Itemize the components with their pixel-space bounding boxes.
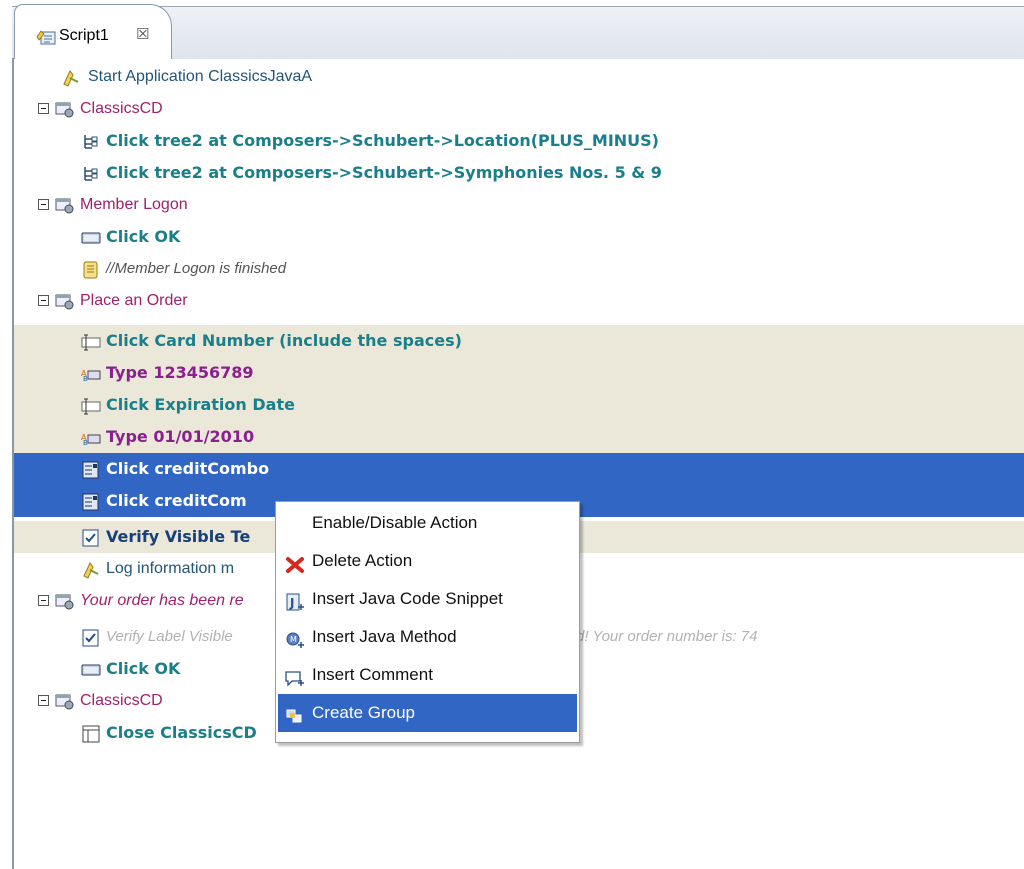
combo-box-icon: [80, 491, 102, 511]
window-group-icon: [54, 195, 76, 215]
menu-item-insert-java-method[interactable]: M Insert Java Method: [278, 618, 577, 656]
tree-row-text: Click creditCom: [106, 491, 247, 510]
tree-row-text: Type 01/01/2010: [106, 427, 255, 446]
tree-row-text: Close ClassicsCD: [106, 723, 257, 742]
button-icon: [80, 227, 102, 247]
menu-item-label: Insert Java Method: [312, 627, 457, 646]
verify-checkbox-icon: [80, 627, 102, 647]
menu-item-label: Enable/Disable Action: [312, 513, 478, 532]
tree-row-text: Click Card Number (include the spaces): [106, 331, 462, 350]
menu-item-insert-java-code-snippet[interactable]: J Insert Java Code Snippet: [278, 580, 577, 618]
menu-item-insert-comment[interactable]: Insert Comment: [278, 656, 577, 694]
tree-row-text: //Member Logon is finished: [106, 260, 287, 277]
tab-label: Script1: [59, 27, 109, 44]
tree-row-text: Place an Order: [80, 292, 188, 309]
svg-text:M: M: [290, 635, 297, 644]
svg-text:B: B: [83, 439, 88, 447]
tree-row-text: Member Logon: [80, 196, 188, 213]
editor-tab-strip: Script1 ☒: [0, 0, 1024, 59]
tree-row-action[interactable]: Click OK: [14, 221, 1024, 253]
tree-row-action[interactable]: Click tree2 at Composers->Schubert->Loca…: [14, 125, 1024, 157]
tree-row-text: Click Expiration Date: [106, 395, 295, 414]
tree-row-action[interactable]: Click Card Number (include the spaces): [14, 325, 1024, 357]
tree-row-group-member-logon[interactable]: Member Logon: [14, 189, 1024, 221]
tree-row-text: Type 123456789: [106, 363, 254, 382]
tree-row-text: Start Application ClassicsJavaA: [88, 68, 313, 85]
menu-item-enable-disable-action[interactable]: Enable/Disable Action: [278, 504, 577, 542]
tree-row-action[interactable]: Click Expiration Date: [14, 389, 1024, 421]
text-field-icon: [80, 331, 102, 351]
tree-row-text: Click OK: [106, 227, 181, 246]
tree-row-action[interactable]: Click tree2 at Composers->Schubert->Symp…: [14, 157, 1024, 189]
tree-row-text: Click tree2 at Composers->Schubert->Symp…: [106, 163, 662, 182]
tree-row-text: Click creditCombo: [106, 459, 270, 478]
tree-row-text: ClassicsCD: [80, 100, 163, 117]
tree-control-icon: [80, 131, 102, 151]
java-method-icon: M: [284, 627, 306, 648]
comment-bubble-icon: [284, 665, 306, 687]
menu-item-label: Delete Action: [312, 551, 413, 570]
window-group-icon: [54, 99, 76, 119]
svg-text:B: B: [83, 375, 88, 383]
menu-item-delete-action[interactable]: Delete Action: [278, 542, 577, 580]
menu-item-label: Insert Comment: [312, 665, 433, 684]
tree-row-text: Click tree2 at Composers->Schubert->Loca…: [106, 131, 659, 150]
window-group-icon: [54, 591, 76, 611]
comment-note-icon: [80, 259, 102, 279]
tree-control-icon: [80, 163, 102, 183]
menu-item-label: Create Group: [312, 703, 415, 722]
text-field-icon: [80, 395, 102, 415]
menu-item-create-group[interactable]: Create Group: [278, 694, 577, 732]
tree-row-text: Log information m: [106, 560, 235, 577]
tree-row-start-application[interactable]: Start Application ClassicsJavaA: [14, 61, 1024, 93]
delete-x-icon: [284, 551, 306, 573]
keyboard-input-icon: AB: [80, 427, 102, 447]
script-file-icon: [35, 27, 59, 47]
start-app-icon: [60, 67, 82, 87]
close-icon[interactable]: ☒: [136, 25, 149, 43]
tab-script1[interactable]: Script1 ☒: [14, 4, 172, 59]
keyboard-input-icon: AB: [80, 363, 102, 383]
tree-row-text: Verify Label Visible: [106, 628, 233, 645]
collapse-icon[interactable]: [38, 295, 49, 306]
tree-row-text: Your order has been re: [80, 592, 244, 609]
group-icon: [284, 703, 306, 723]
tree-row-comment[interactable]: //Member Logon is finished: [14, 253, 1024, 285]
script-editor: Script1 ☒ Start Application ClassicsJava…: [0, 0, 1024, 869]
tree-row-text: Click OK: [106, 659, 181, 678]
tree-row-action-selected[interactable]: Click creditCombo: [14, 453, 1024, 485]
java-snippet-icon: J: [284, 589, 306, 611]
verify-checkbox-icon: [80, 527, 102, 547]
button-icon: [80, 659, 102, 679]
window-group-icon: [54, 291, 76, 311]
tree-row-text: Verify Visible Te: [106, 527, 251, 546]
tree-row-type[interactable]: AB Type 123456789: [14, 357, 1024, 389]
tree-row-group-classicscd[interactable]: ClassicsCD: [14, 93, 1024, 125]
collapse-icon[interactable]: [38, 199, 49, 210]
collapse-icon[interactable]: [38, 103, 49, 114]
collapse-icon[interactable]: [38, 595, 49, 606]
tree-row-type[interactable]: AB Type 01/01/2010: [14, 421, 1024, 453]
combo-box-icon: [80, 459, 102, 479]
context-menu: Enable/Disable Action Delete Action J In…: [275, 501, 580, 743]
tree-row-text-suffix: d! Your order number is: 74: [576, 628, 758, 645]
menu-item-label: Insert Java Code Snippet: [312, 589, 503, 608]
tree-row-text: ClassicsCD: [80, 692, 163, 709]
window-group-icon: [54, 691, 76, 711]
window-close-icon: [80, 723, 102, 743]
tree-row-group-place-order[interactable]: Place an Order: [14, 285, 1024, 317]
svg-text:J: J: [289, 596, 294, 610]
log-icon: [80, 559, 102, 579]
collapse-icon[interactable]: [38, 695, 49, 706]
